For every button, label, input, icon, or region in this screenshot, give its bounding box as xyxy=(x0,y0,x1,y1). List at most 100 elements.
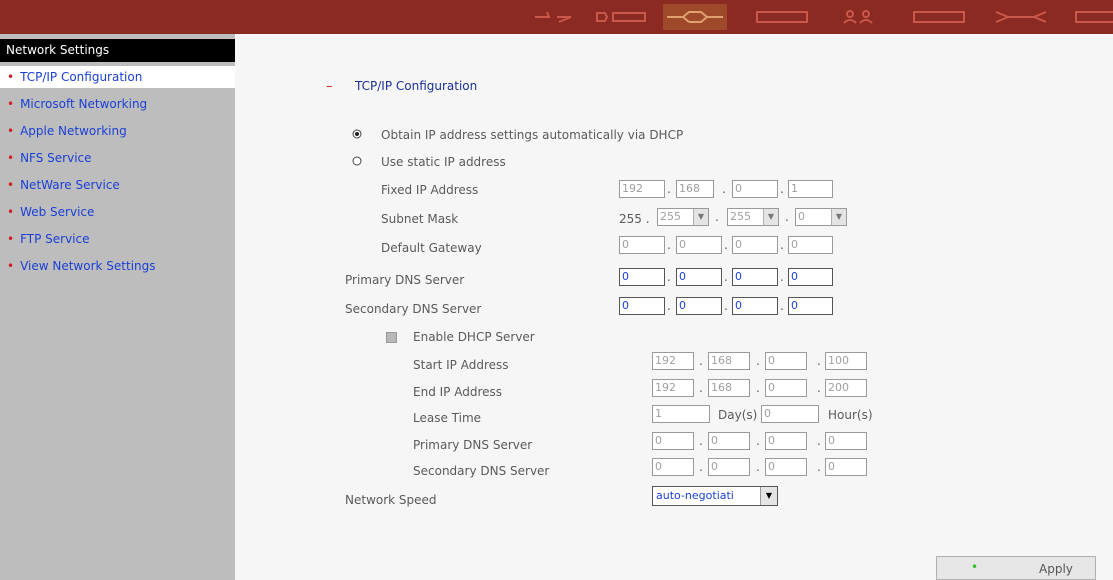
ip-dot-separator: . xyxy=(817,460,821,474)
ip-dot-separator: . xyxy=(724,299,728,313)
sidebar-item-netware-service[interactable]: • NetWare Service xyxy=(7,178,120,192)
primary-dns-octet-1[interactable]: 0 xyxy=(619,268,665,286)
section-title: TCP/IP Configuration xyxy=(355,79,478,93)
users-icon[interactable] xyxy=(838,8,878,26)
start-ip-octet-2[interactable]: 168 xyxy=(708,352,750,370)
end-ip-octet-4[interactable]: 200 xyxy=(825,379,867,397)
gateway-octet-3[interactable]: 0 xyxy=(732,236,778,254)
ip-dot-separator: . xyxy=(817,354,821,368)
secondary-dns-octet-2[interactable]: 0 xyxy=(676,297,722,315)
lease-hours-input[interactable]: 0 xyxy=(761,405,819,423)
storage-icon[interactable] xyxy=(755,8,809,26)
dhcp-primary-dns-octet-3[interactable]: 0 xyxy=(765,432,807,450)
network-speed-label: Network Speed xyxy=(345,493,437,507)
sidebar-item-label: TCP/IP Configuration xyxy=(20,70,143,84)
primary-dns-octet-4[interactable]: 0 xyxy=(788,268,833,286)
fixed-ip-octet-1[interactable]: 192 xyxy=(619,180,665,198)
dhcp-secondary-dns-octet-1[interactable]: 0 xyxy=(652,458,694,476)
sidebar-item-nfs-service[interactable]: • NFS Service xyxy=(7,151,92,165)
fixed-ip-octet-2[interactable]: 168 xyxy=(676,180,714,198)
end-ip-octet-3[interactable]: 0 xyxy=(765,379,807,397)
fixed-ip-octet-3[interactable]: 0 xyxy=(732,180,778,198)
sidebar-item-view-network-settings[interactable]: • View Network Settings xyxy=(7,259,156,273)
network-speed-select[interactable]: auto-negotiati ▼ xyxy=(652,486,778,506)
default-gateway-label: Default Gateway xyxy=(381,241,482,255)
subnet-octet-2-select[interactable]: 255 ▼ xyxy=(657,208,709,226)
ip-dot-separator: . xyxy=(699,434,703,448)
dhcp-secondary-dns-octet-4[interactable]: 0 xyxy=(825,458,867,476)
sidebar-item-apple-networking[interactable]: • Apple Networking xyxy=(7,124,127,138)
disk-icon[interactable] xyxy=(912,8,966,26)
end-ip-octet-2[interactable]: 168 xyxy=(708,379,750,397)
enable-dhcp-checkbox[interactable] xyxy=(386,332,397,343)
ip-dot-separator: . xyxy=(817,434,821,448)
bullet-icon: • xyxy=(7,259,15,273)
primary-dns-label: Primary DNS Server xyxy=(345,273,465,287)
end-ip-octet-1[interactable]: 192 xyxy=(652,379,694,397)
dhcp-radio[interactable] xyxy=(352,129,362,139)
more-icon[interactable] xyxy=(1074,8,1113,26)
ip-dot-separator: . xyxy=(699,460,703,474)
enable-dhcp-label: Enable DHCP Server xyxy=(413,330,535,344)
bullet-icon: • xyxy=(7,178,15,192)
sidebar-item-microsoft-networking[interactable]: • Microsoft Networking xyxy=(7,97,147,111)
ip-dot-separator: . xyxy=(780,299,784,313)
bullet-icon: • xyxy=(7,232,15,246)
bullet-icon: • xyxy=(7,151,15,165)
secondary-dns-octet-3[interactable]: 0 xyxy=(732,297,778,315)
days-unit-label: Day(s) xyxy=(718,408,758,422)
gateway-octet-1[interactable]: 0 xyxy=(619,236,665,254)
start-ip-octet-3[interactable]: 0 xyxy=(765,352,807,370)
start-ip-octet-4[interactable]: 100 xyxy=(825,352,867,370)
sidebar-item-label: FTP Service xyxy=(20,232,90,246)
static-ip-radio-label: Use static IP address xyxy=(381,155,506,169)
ip-dot-separator: . xyxy=(724,270,728,284)
dhcp-radio-label: Obtain IP address settings automatically… xyxy=(381,128,684,142)
sidebar-item-ftp-service[interactable]: • FTP Service xyxy=(7,232,90,246)
subnet-prefix: 255 . xyxy=(619,212,650,226)
lease-days-input[interactable]: 1 xyxy=(652,405,710,423)
ip-dot-separator: . xyxy=(756,460,760,474)
apply-button[interactable]: • Apply xyxy=(936,556,1096,580)
ip-dot-separator: . xyxy=(756,354,760,368)
subnet-octet-3-select[interactable]: 255 ▼ xyxy=(727,208,779,226)
subnet-mask-label: Subnet Mask xyxy=(381,212,459,226)
dhcp-primary-dns-octet-4[interactable]: 0 xyxy=(825,432,867,450)
bullet-icon: • xyxy=(7,124,15,138)
sidebar xyxy=(0,34,235,580)
secondary-dns-octet-4[interactable]: 0 xyxy=(788,297,833,315)
ip-dot-separator: . xyxy=(785,210,789,224)
fixed-ip-octet-4[interactable]: 1 xyxy=(788,180,833,198)
start-ip-label: Start IP Address xyxy=(413,358,509,372)
gateway-octet-4[interactable]: 0 xyxy=(788,236,833,254)
network-arrows-icon[interactable] xyxy=(533,8,573,26)
bullet-icon: • xyxy=(7,205,15,219)
start-ip-octet-1[interactable]: 192 xyxy=(652,352,694,370)
dhcp-secondary-dns-octet-3[interactable]: 0 xyxy=(765,458,807,476)
device-icon[interactable] xyxy=(595,8,649,26)
static-ip-radio[interactable] xyxy=(352,156,362,166)
dhcp-secondary-dns-octet-2[interactable]: 0 xyxy=(708,458,750,476)
sidebar-item-tcpip[interactable]: • TCP/IP Configuration xyxy=(7,70,142,84)
sidebar-item-label: NFS Service xyxy=(20,151,92,165)
secondary-dns-octet-1[interactable]: 0 xyxy=(619,297,665,315)
dhcp-primary-dns-octet-2[interactable]: 0 xyxy=(708,432,750,450)
gateway-octet-2[interactable]: 0 xyxy=(676,236,722,254)
primary-dns-octet-2[interactable]: 0 xyxy=(676,268,722,286)
primary-dns-octet-3[interactable]: 0 xyxy=(732,268,778,286)
bullet-icon: • xyxy=(7,70,15,84)
ip-dot-separator: . xyxy=(715,210,719,224)
hours-unit-label: Hour(s) xyxy=(828,408,873,422)
chevron-down-icon: ▼ xyxy=(693,209,708,225)
sidebar-item-web-service[interactable]: • Web Service xyxy=(7,205,94,219)
tools-icon[interactable] xyxy=(994,8,1048,26)
sidebar-item-label: Microsoft Networking xyxy=(20,97,148,111)
chevron-down-icon: ▼ xyxy=(831,209,846,225)
ip-dot-separator: . xyxy=(756,434,760,448)
collapse-toggle[interactable]: – xyxy=(326,79,333,94)
network-speed-value: auto-negotiati xyxy=(656,489,734,502)
subnet-octet-4-select[interactable]: 0 ▼ xyxy=(795,208,847,226)
sidebar-item-label: Apple Networking xyxy=(20,124,127,138)
network-settings-icon[interactable] xyxy=(663,4,727,30)
dhcp-primary-dns-octet-1[interactable]: 0 xyxy=(652,432,694,450)
